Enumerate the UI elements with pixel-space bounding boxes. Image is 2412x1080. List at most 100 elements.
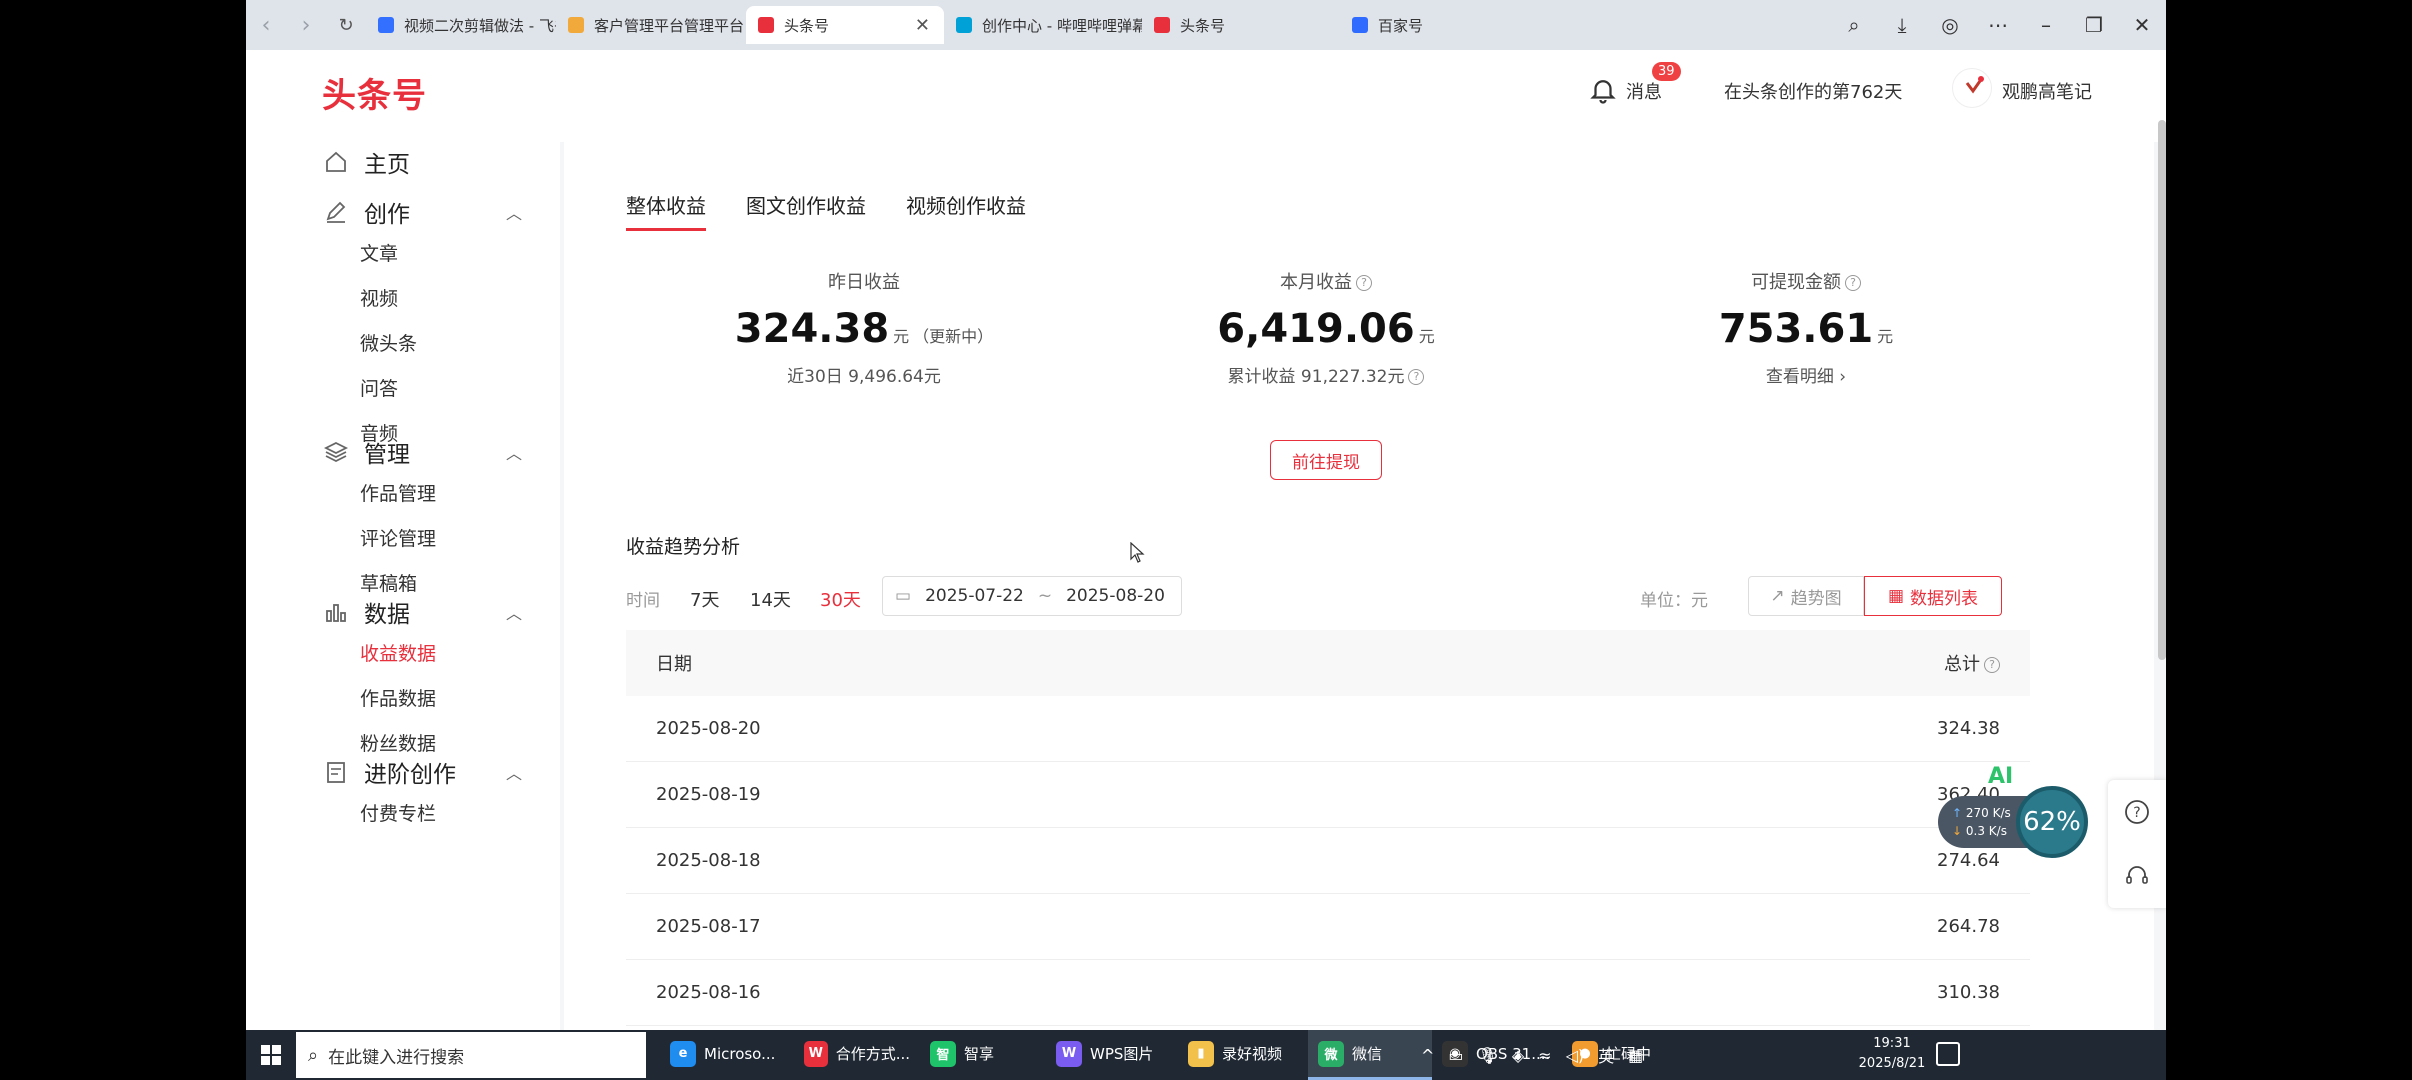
keyboard-icon[interactable]: ▦ bbox=[1628, 1046, 1643, 1065]
sidebar-item[interactable]: 作品管理 bbox=[322, 472, 522, 517]
wifi-icon[interactable]: ≈ bbox=[1538, 1046, 1551, 1065]
volume-icon[interactable]: ◁) bbox=[1566, 1046, 1585, 1065]
shield-icon[interactable]: ◈ bbox=[1512, 1046, 1524, 1065]
search-icon[interactable]: ⌕ bbox=[1830, 0, 1878, 50]
taskbar-app[interactable]: W 合作方式... bbox=[794, 1030, 920, 1080]
taskbar: ⌕ 在此键入进行搜索 e Microso... W 合作方式... 智智享 W WPS图片 ▮… bbox=[246, 1030, 2166, 1080]
reload-icon[interactable]: ↻ bbox=[326, 0, 366, 50]
help-circle-icon[interactable]: ? bbox=[2108, 780, 2166, 844]
page-header: 头条号 39 消息 在头条创作的第762天 观鹏高笔记 bbox=[246, 50, 2166, 142]
calendar-icon: ▭ bbox=[895, 586, 912, 606]
stat-title-text: 本月收益 bbox=[1280, 272, 1352, 293]
scrollbar[interactable] bbox=[2158, 120, 2166, 660]
taskbar-app[interactable]: 智智享 bbox=[920, 1030, 1046, 1080]
sidebar-group-header[interactable]: 主页 bbox=[322, 142, 522, 182]
sidebar-group-header[interactable]: 数据 ︿ bbox=[322, 592, 522, 632]
row-date: 2025-08-20 bbox=[656, 718, 761, 739]
avatar[interactable] bbox=[1952, 68, 1992, 108]
ime-indicator[interactable]: 英 bbox=[1598, 1043, 1614, 1067]
stat-foot: 近30日 9,496.64元 bbox=[787, 367, 941, 387]
minimize-icon[interactable]: – bbox=[2022, 0, 2070, 50]
windows-start-icon[interactable] bbox=[246, 1030, 296, 1080]
taskbar-app[interactable]: W WPS图片 bbox=[1046, 1030, 1178, 1080]
bell-icon[interactable] bbox=[1588, 75, 1618, 105]
chevron-up-icon[interactable]: ︿ bbox=[506, 760, 522, 784]
sidebar-item[interactable]: 文章 bbox=[322, 232, 522, 277]
creation-days: 在头条创作的第762天 bbox=[1724, 82, 1903, 103]
date-range-picker[interactable]: ▭ 2025-07-22 ~ 2025-08-20 bbox=[882, 576, 1182, 616]
sidebar-item[interactable]: 收益数据 bbox=[322, 632, 522, 677]
sidebar-group: 主页 bbox=[322, 142, 522, 182]
sidebar-group-label: 进阶创作 bbox=[364, 762, 456, 788]
close-icon[interactable]: ✕ bbox=[2118, 0, 2166, 50]
help-icon[interactable]: ? bbox=[1845, 275, 1861, 291]
globe-icon[interactable]: ◎ bbox=[1926, 0, 1974, 50]
trend-title: 收益趋势分析 bbox=[626, 536, 741, 558]
row-total: 310.38 bbox=[1937, 982, 2000, 1003]
sidebar-item[interactable]: 作品数据 bbox=[322, 677, 522, 722]
browser-tab[interactable]: 百家号 bbox=[1340, 6, 1538, 44]
clock[interactable]: 19:31 2025/8/21 bbox=[1852, 1034, 1932, 1074]
favicon-icon bbox=[956, 17, 972, 33]
more-icon[interactable]: ⋯ bbox=[1974, 0, 2022, 50]
taskbar-search[interactable]: ⌕ 在此键入进行搜索 bbox=[296, 1032, 646, 1078]
help-icon[interactable]: ? bbox=[1984, 657, 2000, 673]
range-14[interactable]: 14天 bbox=[750, 586, 791, 612]
chevron-up-icon[interactable]: ︿ bbox=[506, 600, 522, 624]
sidebar-group-header[interactable]: 管理 ︿ bbox=[322, 432, 522, 472]
content-tab[interactable]: 图文创作收益 bbox=[746, 190, 866, 231]
app-icon: W bbox=[1056, 1040, 1082, 1067]
sidebar-item[interactable]: 问答 bbox=[322, 367, 522, 412]
range-7[interactable]: 7天 bbox=[690, 586, 719, 612]
favicon-icon bbox=[1154, 17, 1170, 33]
tab-close-icon[interactable]: ✕ bbox=[915, 15, 930, 36]
content-tab[interactable]: 整体收益 bbox=[626, 190, 706, 231]
taskbar-app[interactable]: ▮ 录好视频 bbox=[1178, 1030, 1308, 1080]
help-icon[interactable]: ? bbox=[1356, 275, 1372, 291]
sidebar-item[interactable]: 微头条 bbox=[322, 322, 522, 367]
app-icon: 智 bbox=[930, 1040, 956, 1067]
notification-icon[interactable] bbox=[1936, 1042, 1960, 1066]
browser-tab-title: 创作中心 - 哔哩哔哩弹幕视频 bbox=[982, 16, 1142, 35]
logo[interactable]: 头条号 bbox=[322, 68, 427, 117]
search-icon: ⌕ bbox=[308, 1044, 319, 1066]
trend-chart-button[interactable]: ↗ 趋势图 bbox=[1748, 576, 1864, 616]
sidebar-group-header[interactable]: 进阶创作 ︿ bbox=[322, 752, 522, 792]
forward-icon[interactable]: › bbox=[286, 0, 326, 50]
sidebar-item[interactable]: 付费专栏 bbox=[322, 792, 522, 837]
messages-link[interactable]: 消息 bbox=[1626, 78, 1662, 104]
sidebar-item[interactable]: 视频 bbox=[322, 277, 522, 322]
sidebar-item[interactable]: 评论管理 bbox=[322, 517, 522, 562]
browser-tab[interactable]: 客户管理平台管理平台 bbox=[556, 6, 746, 44]
stat-foot: 累计收益 91,227.32元? bbox=[1126, 362, 1526, 387]
download-icon[interactable]: ⤓ bbox=[1878, 0, 1926, 50]
browser-tab[interactable]: 头条号 ✕ bbox=[746, 6, 944, 44]
row-date: 2025-08-16 bbox=[656, 982, 761, 1003]
back-icon[interactable]: ‹ bbox=[246, 0, 286, 50]
favicon-icon bbox=[1352, 17, 1368, 33]
browser-tab[interactable]: 视频二次剪辑做法 - 飞书云文 bbox=[366, 6, 556, 44]
help-icon[interactable]: ? bbox=[1408, 369, 1425, 385]
withdraw-button[interactable]: 前往提现 bbox=[1270, 440, 1382, 480]
browser-tab[interactable]: 创作中心 - 哔哩哔哩弹幕视频 bbox=[944, 6, 1142, 44]
sidebar-group-header[interactable]: 创作 ︿ bbox=[322, 192, 522, 232]
app-icon: W bbox=[804, 1040, 828, 1067]
chevron-up-icon[interactable]: ︿ bbox=[506, 200, 522, 224]
range-30[interactable]: 30天 bbox=[820, 586, 861, 612]
username[interactable]: 观鹏高笔记 bbox=[2002, 78, 2092, 104]
chevron-up-icon[interactable]: ^ bbox=[1421, 1046, 1434, 1065]
headset-icon[interactable] bbox=[2108, 844, 2166, 908]
browser-tab[interactable]: 头条号 bbox=[1142, 6, 1340, 44]
data-table-button[interactable]: ▦ 数据列表 bbox=[1864, 576, 2002, 616]
row-date: 2025-08-18 bbox=[656, 850, 761, 871]
content-tab[interactable]: 视频创作收益 bbox=[906, 190, 1026, 231]
view-details-link[interactable]: 查看明细 › bbox=[1606, 362, 2006, 387]
table-row: 2025-08-19 362.40 bbox=[626, 762, 2030, 828]
restore-icon[interactable]: ❐ bbox=[2070, 0, 2118, 50]
sidebar-group: 创作 ︿ 文章 视频 微头条 问答 音频 bbox=[322, 192, 522, 457]
battery-icon[interactable]: ▭ bbox=[1448, 1046, 1463, 1065]
network-widget[interactable]: ↑ 270 K/s ↓ 0.3 K/s 62% bbox=[1938, 786, 2088, 858]
chevron-up-icon[interactable]: ︿ bbox=[506, 440, 522, 464]
mic-icon[interactable]: 🎙 bbox=[1478, 1046, 1498, 1065]
taskbar-app[interactable]: e Microso... bbox=[660, 1030, 794, 1080]
